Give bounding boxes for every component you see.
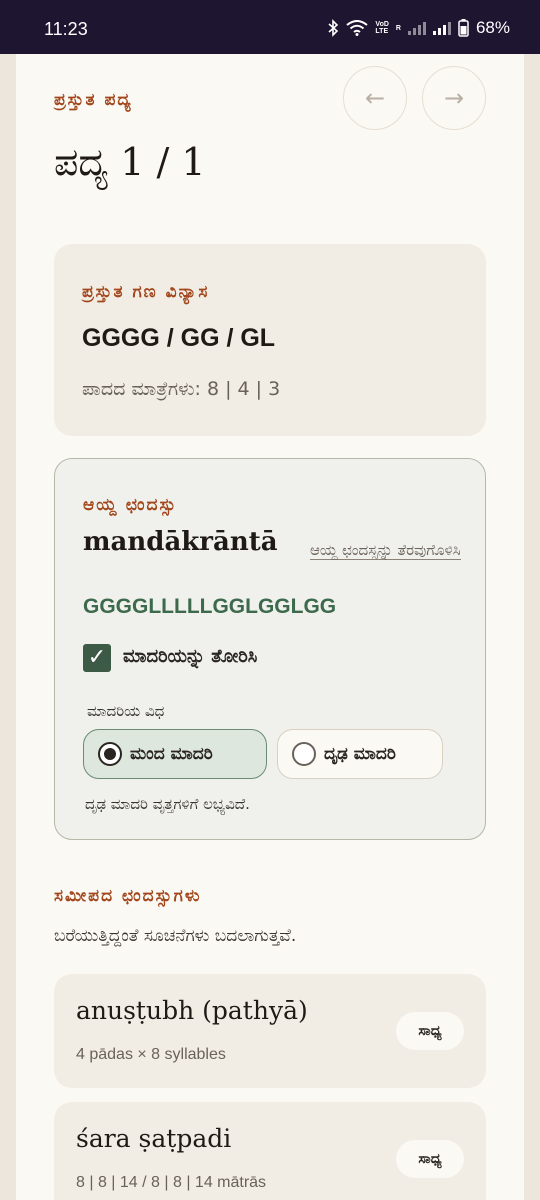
pattern-style-note: ದೃಢ ಮಾದರಿ ವೃತ್ತಗಳಿಗೆ ಲಭ್ಯವಿದೆ. <box>85 795 250 813</box>
bluetooth-icon <box>328 19 339 37</box>
radio-unselected-icon <box>292 742 316 766</box>
verse-title: ಪದ್ಯ 1 / 1 <box>54 140 206 184</box>
next-verse-button[interactable]: → <box>422 66 486 130</box>
status-time: 11:23 <box>44 19 88 39</box>
wifi-icon <box>346 20 369 36</box>
clear-meter-link[interactable]: ಆಯ್ದ ಛಂದಸ್ಸನ್ನು ತೆರವುಗೊಳಿಸಿ <box>310 541 461 560</box>
checkmark-icon: ✓ <box>87 645 107 670</box>
possible-badge: ಸಾಧ್ಯ <box>396 1140 464 1178</box>
status-icons: VoD LTE R 68% <box>327 18 510 38</box>
pada-matra-counts: ಪಾದದ ಮಾತ್ರೆಗಳು: 8 | 4 | 3 <box>82 378 281 400</box>
suggestion-card[interactable]: śara ṣaṭpadi 8 | 8 | 14 / 8 | 8 | 14 māt… <box>54 1102 486 1200</box>
suggestion-card[interactable]: anuṣṭubh (pathyā) 4 pādas × 8 syllables … <box>54 974 486 1088</box>
status-bar: 11:23 VoD LTE R 68% <box>0 0 540 54</box>
suggestion-name: śara ṣaṭpadi <box>76 1124 232 1153</box>
nearby-meters-heading: ಸಮೀಪದ ಛಂದಸ್ಸುಗಳು <box>54 886 202 906</box>
suggestion-detail: 8 | 8 | 14 / 8 | 8 | 14 mātrās <box>76 1174 267 1191</box>
volte-indicator: VoD LTE <box>375 21 388 35</box>
suggestion-detail: 4 pādas × 8 syllables <box>76 1046 226 1063</box>
arrow-right-icon: → <box>443 84 465 112</box>
current-verse-label: ಪ್ರಸ್ತುತ ಪದ್ಯ <box>54 90 133 110</box>
volte-line1: VoD <box>375 21 389 28</box>
meter-name: mandākrāntā <box>83 527 278 557</box>
signal-icon-1 <box>407 21 426 35</box>
selected-meter-card: ಆಯ್ದ ಛಂದಸ್ಸು mandākrāntā ಆಯ್ದ ಛಂದಸ್ಸನ್ನು… <box>54 458 486 840</box>
gana-heading: ಪ್ರಸ್ತುತ ಗಣ ವಿನ್ಯಾಸ <box>82 282 210 302</box>
pattern-style-option-gentle[interactable]: ಮಂದ ಮಾದರಿ <box>83 729 267 779</box>
radio-selected-icon <box>98 742 122 766</box>
roaming-indicator: R <box>395 24 401 32</box>
pattern-style-option-label: ದೃಢ ಮಾದರಿ <box>324 744 396 764</box>
show-pattern-label[interactable]: ಮಾದರಿಯನ್ನು ತೋರಿಸಿ <box>123 646 257 667</box>
nearby-meters-subtitle: ಬರೆಯುತ್ತಿದ್ದಂತೆ ಸೂಚನೆಗಳು ಬದಲಾಗುತ್ತವೆ. <box>54 926 297 946</box>
pattern-style-label: ಮಾದರಿಯ ವಿಧ <box>87 702 165 720</box>
pattern-style-option-strict[interactable]: ದೃಢ ಮಾದರಿ <box>277 729 443 779</box>
battery-icon <box>458 19 469 37</box>
signal-icon-2 <box>432 21 451 35</box>
volte-line2: LTE <box>375 28 389 35</box>
previous-verse-button[interactable]: ← <box>343 66 407 130</box>
gana-pattern: GGGG / GG / GL <box>82 324 276 352</box>
gana-pattern-card: ಪ್ರಸ್ತುತ ಗಣ ವಿನ್ಯಾಸ GGGG / GG / GL ಪಾದದ … <box>54 244 486 436</box>
suggestion-name: anuṣṭubh (pathyā) <box>76 996 308 1025</box>
battery-percent: 68% <box>475 18 510 37</box>
show-pattern-checkbox[interactable]: ✓ <box>83 644 111 672</box>
meter-sequence: GGGGLLLLLGGLGGLGG <box>83 595 337 618</box>
possible-badge: ಸಾಧ್ಯ <box>396 1012 464 1050</box>
arrow-left-icon: ← <box>364 84 386 112</box>
selected-meter-heading: ಆಯ್ದ ಛಂದಸ್ಸು <box>83 495 178 515</box>
pattern-style-option-label: ಮಂದ ಮಾದರಿ <box>130 744 213 764</box>
